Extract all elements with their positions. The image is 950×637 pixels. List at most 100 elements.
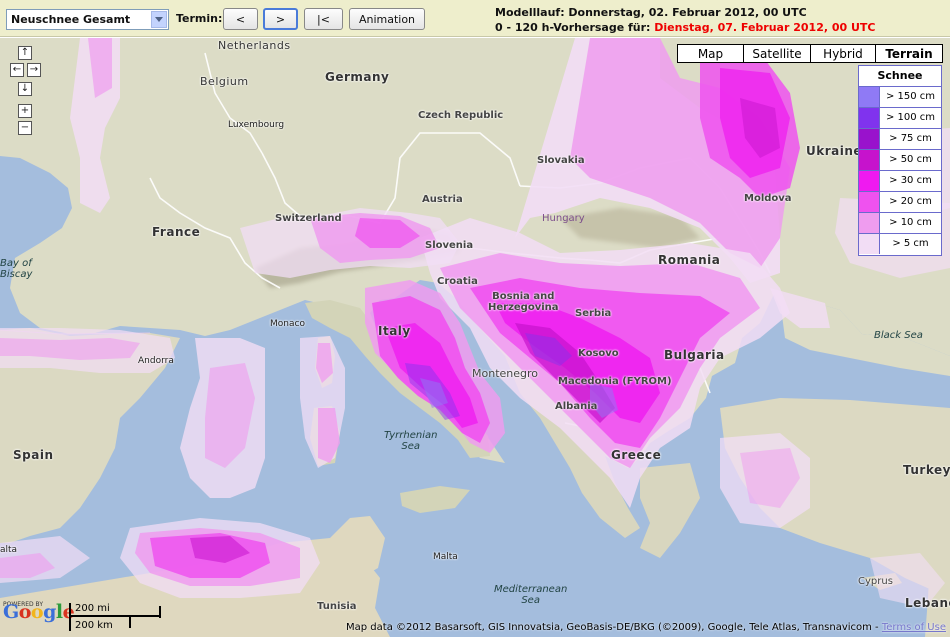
legend-row: > 30 cm (859, 171, 941, 192)
scale-bar-miles: 200 mi (69, 603, 161, 618)
plus-icon: + (20, 105, 30, 116)
legend-label: > 100 cm (885, 112, 936, 123)
legend-swatch (859, 234, 880, 254)
snow-overlay (0, 38, 950, 608)
legend-rows: > 150 cm > 100 cm > 75 cm > 50 cm > 30 cm > 2… (859, 87, 941, 255)
label-montenegro: Montenegro (472, 367, 539, 380)
minus-icon: − (20, 122, 30, 133)
legend-row: > 100 cm (859, 108, 941, 129)
label-czech-republic: Czech Republic (418, 110, 504, 121)
product-select[interactable]: Neuschnee Gesamt (6, 9, 169, 30)
legend-label: > 20 cm (889, 196, 932, 207)
legend-swatch (859, 192, 880, 212)
label-romania: Romania (658, 253, 721, 267)
legend-swatch (859, 213, 880, 233)
legend-label: > 5 cm (892, 238, 929, 249)
label-monaco: Monaco (270, 319, 305, 329)
legend-swatch (859, 129, 880, 149)
label-italy: Italy (378, 324, 411, 338)
legend-swatch (859, 108, 880, 128)
legend-row: > 5 cm (859, 234, 941, 255)
label-cyprus: Cyprus (858, 576, 893, 587)
legend-label: > 10 cm (889, 217, 932, 228)
google-logo[interactable]: Google (3, 601, 75, 623)
legend-label: > 150 cm (885, 91, 936, 102)
label-greece: Greece (611, 448, 662, 462)
label-serbia: Serbia (575, 308, 612, 319)
label-switzerland: Switzerland (275, 213, 342, 224)
forecast-viewer: Neuschnee Gesamt Termin: < > |< Animatio… (0, 0, 950, 637)
legend-label: > 50 cm (889, 154, 932, 165)
pan-down-button[interactable]: ↓ (18, 82, 32, 96)
label-luxembourg: Luxembourg (228, 120, 285, 130)
arrow-down-icon: ↓ (20, 83, 30, 94)
zoom-out-button[interactable]: − (18, 121, 32, 135)
model-run-label: Modelllauf: Donnerstag, 02. Februar 2012… (495, 6, 807, 19)
legend-swatch (859, 87, 880, 107)
label-austria: Austria (422, 194, 463, 205)
forecast-date: Dienstag, 07. Februar 2012, 00 UTC (654, 21, 876, 34)
label-turkey: Turkey (903, 463, 950, 477)
label-belgium: Belgium (200, 75, 249, 88)
product-select-value: Neuschnee Gesamt (11, 13, 131, 26)
scale-km-label: 200 km (75, 620, 113, 631)
toolbar: Neuschnee Gesamt Termin: < > |< Animatio… (0, 0, 950, 37)
label-malta: Malta (433, 552, 458, 562)
pan-up-button[interactable]: ↑ (18, 46, 32, 60)
legend-title: Schnee (859, 66, 941, 87)
map-attribution: Map data ©2012 Basarsoft, GIS Innovatsia… (346, 622, 946, 633)
next-step-button[interactable]: > (263, 8, 298, 30)
label-bosnia: Bosnia and Herzegovina (488, 291, 559, 313)
legend-swatch (859, 150, 880, 170)
animation-button[interactable]: Animation (349, 8, 425, 30)
legend-row: > 10 cm (859, 213, 941, 234)
label-ukraine: Ukraine (806, 144, 863, 158)
legend-row: > 150 cm (859, 87, 941, 108)
pan-left-button[interactable]: ← (10, 63, 24, 77)
snow-legend: Schnee > 150 cm > 100 cm > 75 cm > 50 cm > 3… (858, 65, 942, 256)
zoom-in-button[interactable]: + (18, 104, 32, 118)
label-macedonia: Macedonia (FYROM) (558, 376, 672, 387)
label-hungary: Hungary (542, 213, 585, 224)
label-croatia: Croatia (437, 276, 478, 287)
label-mediterranean-sea: Mediterranean Sea (494, 584, 568, 606)
label-malta-edge: alta (0, 545, 18, 555)
label-germany: Germany (325, 70, 390, 84)
map-type-terrain[interactable]: Terrain (875, 44, 943, 63)
label-black-sea: Black Sea (874, 330, 923, 341)
termin-label: Termin: (176, 12, 223, 25)
label-andorra: Andorra (138, 356, 174, 366)
arrow-up-icon: ↑ (20, 47, 30, 58)
label-slovakia: Slovakia (537, 155, 585, 166)
legend-row: > 50 cm (859, 150, 941, 171)
terms-of-use-link[interactable]: Terms of Use (882, 622, 946, 633)
legend-label: > 75 cm (889, 133, 932, 144)
pan-right-button[interactable]: → (27, 63, 41, 77)
map-type-satellite[interactable]: Satellite (743, 44, 811, 63)
label-bulgaria: Bulgaria (664, 348, 725, 362)
label-tyrrhenian-sea: Tyrrhenian Sea (384, 430, 438, 452)
forecast-prefix: 0 - 120 h-Vorhersage für: (495, 21, 655, 34)
legend-row: > 20 cm (859, 192, 941, 213)
prev-step-button[interactable]: < (223, 8, 258, 30)
label-spain: Spain (13, 448, 54, 462)
legend-row: > 75 cm (859, 129, 941, 150)
legend-swatch (859, 171, 880, 191)
legend-label: > 30 cm (889, 175, 932, 186)
map-canvas[interactable]: Netherlands Belgium Germany Luxembourg C… (0, 38, 950, 637)
label-france: France (152, 225, 201, 239)
label-bay-of-biscay: Bay of Biscay (0, 258, 33, 280)
first-step-button[interactable]: |< (304, 8, 343, 30)
label-lebanon: Lebano (905, 596, 950, 610)
map-type-control: Map Satellite Hybrid Terrain (677, 44, 943, 63)
label-moldova: Moldova (744, 193, 792, 204)
arrow-right-icon: → (29, 64, 39, 75)
map-type-map[interactable]: Map (677, 44, 744, 63)
label-kosovo: Kosovo (578, 348, 619, 359)
chevron-down-icon[interactable] (151, 11, 167, 28)
label-netherlands: Netherlands (218, 39, 291, 52)
map-type-hybrid[interactable]: Hybrid (810, 44, 876, 63)
forecast-label: 0 - 120 h-Vorhersage für: Dienstag, 07. … (495, 20, 876, 35)
map-data-text: Map data ©2012 Basarsoft, GIS Innovatsia… (346, 622, 882, 633)
label-slovenia: Slovenia (425, 240, 474, 251)
